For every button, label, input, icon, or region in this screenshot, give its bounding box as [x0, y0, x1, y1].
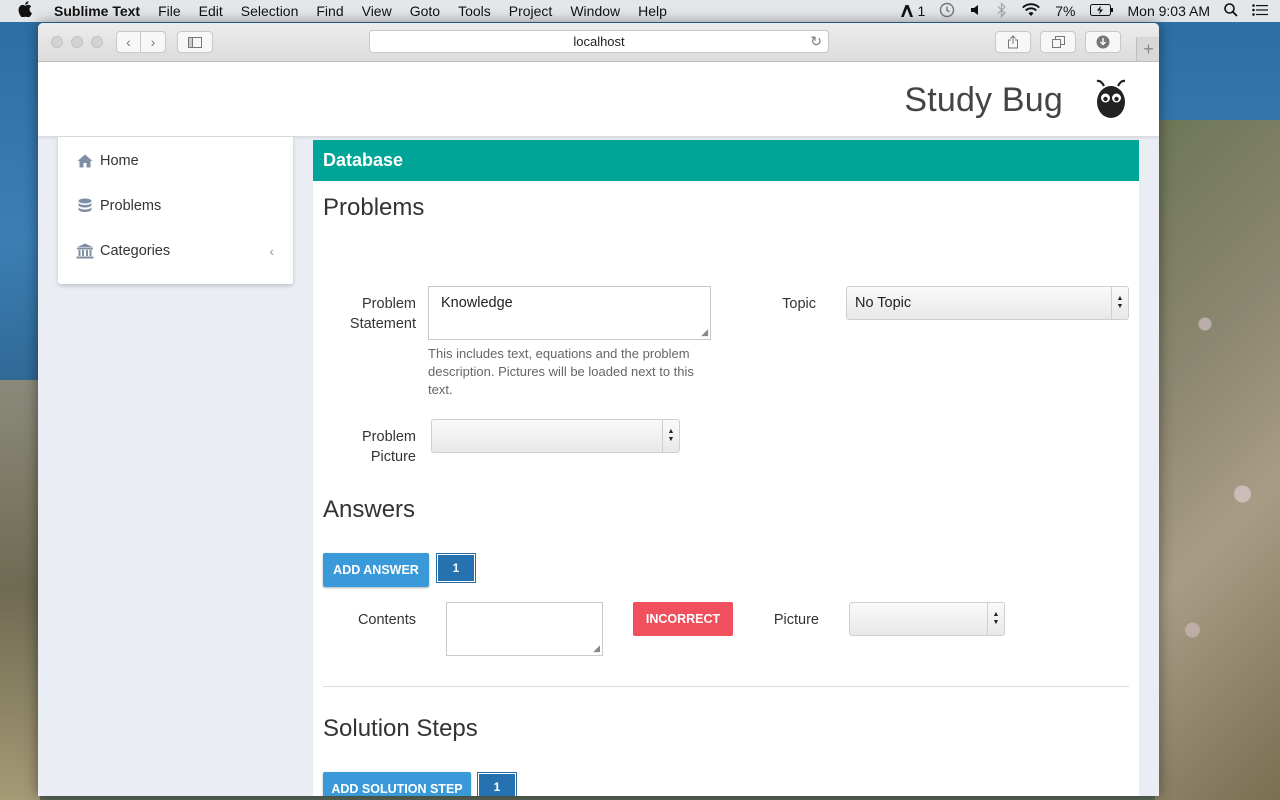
- menubar-app-name[interactable]: Sublime Text: [54, 3, 140, 19]
- cliff-wallpaper-right: [1155, 120, 1280, 800]
- close-window-button[interactable]: [51, 36, 63, 48]
- add-answer-button[interactable]: ADD ANSWER: [323, 553, 429, 587]
- solution-step-count-badge[interactable]: 1: [477, 772, 517, 796]
- share-button[interactable]: [995, 31, 1031, 53]
- select-arrows-icon: ▲ ▼: [1111, 287, 1128, 319]
- url-text: localhost: [573, 34, 625, 49]
- address-bar[interactable]: localhost ↻: [369, 30, 829, 53]
- bug-logo-icon[interactable]: [1091, 78, 1131, 120]
- sidebar-item-home[interactable]: Home: [74, 149, 274, 173]
- window-controls: [51, 36, 103, 48]
- chevron-left-icon: ‹: [126, 34, 131, 50]
- downloads-button[interactable]: [1085, 31, 1121, 53]
- sidebar-item-label: Categories: [100, 243, 171, 259]
- wifi-icon[interactable]: [1021, 2, 1041, 20]
- adobe-badge-count: 1: [917, 3, 926, 19]
- topic-label: Topic: [782, 296, 816, 312]
- menu-view[interactable]: View: [362, 3, 392, 19]
- notification-center-icon[interactable]: [1252, 3, 1268, 19]
- answer-contents-input[interactable]: ◢: [446, 602, 603, 656]
- new-tab-button[interactable]: +: [1136, 37, 1159, 61]
- menu-project[interactable]: Project: [509, 3, 553, 19]
- tabs-icon: [1051, 36, 1065, 48]
- app-header: Study Bug: [38, 62, 1159, 137]
- answer-picture-select[interactable]: ▲ ▼: [849, 602, 1005, 636]
- menu-file[interactable]: File: [158, 3, 181, 19]
- problem-statement-label: Problem Statement: [349, 296, 416, 332]
- contents-label: Contents: [357, 612, 416, 628]
- menu-goto[interactable]: Goto: [410, 3, 440, 19]
- sidebar-item-label: Home: [100, 153, 139, 169]
- app-brand[interactable]: Study Bug: [904, 81, 1063, 120]
- problem-statement-value: Knowledge: [441, 295, 513, 311]
- section-divider: [323, 686, 1129, 687]
- chevron-right-icon: ›: [150, 34, 156, 50]
- problem-picture-select[interactable]: ▲ ▼: [431, 419, 680, 453]
- menu-tools[interactable]: Tools: [458, 3, 491, 19]
- reload-icon[interactable]: ↻: [810, 33, 822, 50]
- problem-statement-help: This includes text, equations and the pr…: [428, 346, 694, 397]
- answer-count-badge[interactable]: 1: [436, 553, 476, 583]
- zoom-window-button[interactable]: [91, 36, 103, 48]
- answers-heading: Answers: [323, 496, 416, 523]
- time-machine-icon[interactable]: [939, 2, 955, 21]
- sidebar-item-categories[interactable]: Categories ‹: [74, 239, 274, 263]
- database-panel: Database Problems Problem Statement Know…: [313, 140, 1139, 796]
- forward-button[interactable]: ›: [141, 31, 166, 53]
- tabs-overview-button[interactable]: [1040, 31, 1076, 53]
- sidebar-item-problems[interactable]: Problems: [74, 194, 274, 218]
- minimize-window-button[interactable]: [71, 36, 83, 48]
- topic-selected-value: No Topic: [855, 295, 912, 311]
- home-icon: [74, 154, 96, 168]
- select-arrows-icon: ▲ ▼: [662, 420, 679, 452]
- battery-percentage: 7%: [1055, 3, 1076, 19]
- select-arrows-icon: ▲ ▼: [987, 603, 1004, 635]
- back-button[interactable]: ‹: [116, 31, 141, 53]
- answer-picture-label: Picture: [773, 612, 819, 628]
- bank-icon: [74, 243, 96, 259]
- sidebar-icon: [188, 36, 202, 48]
- menu-help[interactable]: Help: [638, 3, 667, 19]
- resize-grip-icon[interactable]: ◢: [593, 643, 600, 654]
- chevron-left-icon[interactable]: ‹: [269, 243, 274, 259]
- sidebar-toggle-button[interactable]: [177, 31, 213, 53]
- apple-icon[interactable]: [18, 1, 34, 21]
- menubar-clock[interactable]: Mon 9:03 AM: [1128, 3, 1211, 19]
- adobe-icon[interactable]: 1: [900, 3, 925, 19]
- database-icon: [74, 198, 96, 214]
- volume-icon[interactable]: [969, 3, 983, 20]
- browser-toolbar: ‹ › localhost ↻ +: [38, 23, 1159, 62]
- solution-steps-heading: Solution Steps: [323, 715, 478, 742]
- add-solution-step-button[interactable]: ADD SOLUTION STEP: [323, 772, 471, 796]
- page-title: Problems: [323, 194, 425, 221]
- problem-picture-label: Problem Picture: [362, 429, 416, 465]
- safari-window: ‹ › localhost ↻ + Study Bug Home Problem…: [38, 23, 1159, 796]
- sidebar-item-label: Problems: [100, 198, 162, 214]
- panel-header: Database: [313, 140, 1139, 181]
- plus-icon: +: [1143, 38, 1154, 59]
- download-icon: [1096, 35, 1110, 49]
- menu-find[interactable]: Find: [316, 3, 343, 19]
- mac-menubar: Sublime Text File Edit Selection Find Vi…: [0, 0, 1280, 22]
- cliff-wallpaper-left: [0, 380, 40, 800]
- topic-select[interactable]: No Topic ▲ ▼: [846, 286, 1129, 320]
- problem-statement-input[interactable]: Knowledge ◢: [428, 286, 711, 340]
- battery-icon[interactable]: [1089, 3, 1114, 19]
- spotlight-search-icon[interactable]: [1224, 2, 1238, 20]
- web-page: Study Bug Home Problems Categories ‹ Dat…: [38, 62, 1159, 796]
- menu-edit[interactable]: Edit: [199, 3, 223, 19]
- menu-selection[interactable]: Selection: [241, 3, 299, 19]
- resize-grip-icon[interactable]: ◢: [701, 327, 708, 338]
- share-icon: [1008, 35, 1018, 49]
- menubar-status-area: 1 7% Mon 9:03 AM: [900, 0, 1268, 22]
- bluetooth-icon[interactable]: [997, 1, 1007, 21]
- menu-window[interactable]: Window: [570, 3, 620, 19]
- incorrect-toggle-button[interactable]: INCORRECT: [633, 602, 733, 636]
- sidebar-nav: Home Problems Categories ‹: [58, 137, 293, 284]
